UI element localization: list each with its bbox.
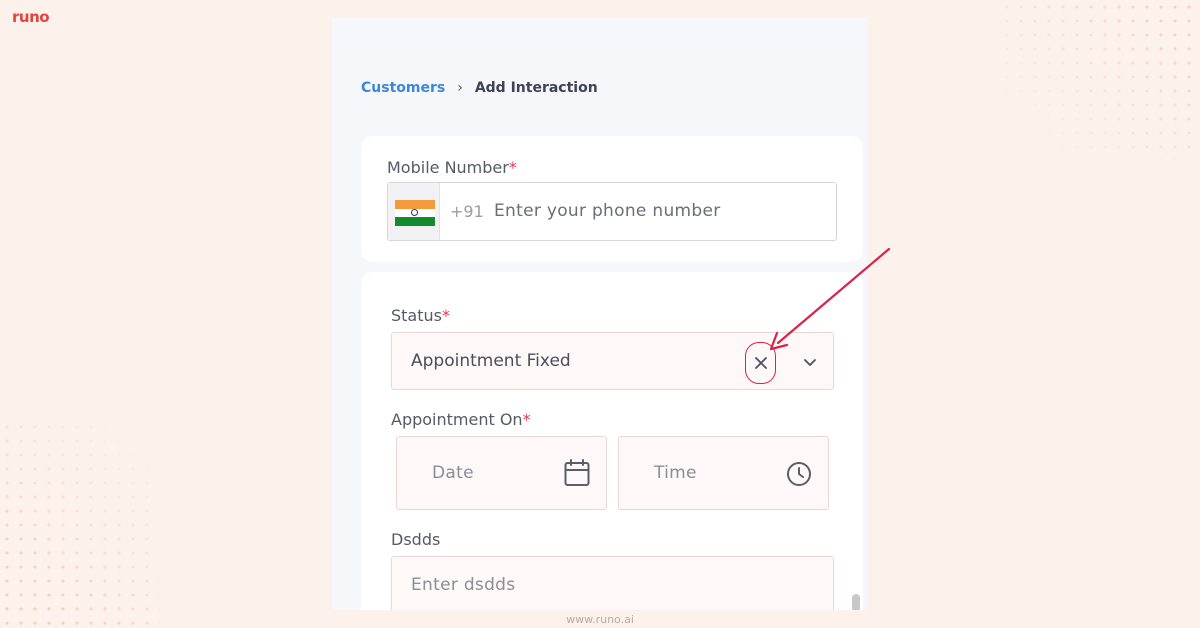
decorative-dots-bottom-left: [0, 420, 160, 628]
appointment-on-label: Appointment On*: [391, 410, 531, 429]
dsdds-placeholder: Enter dsdds: [411, 575, 516, 595]
time-placeholder: Time: [654, 463, 697, 483]
mobile-number-card: Mobile Number* +91 Enter your phone numb…: [361, 136, 863, 262]
decorative-dots-top-right: [1000, 0, 1200, 160]
status-dropdown-toggle[interactable]: [802, 354, 818, 370]
appointment-time-input[interactable]: Time: [618, 436, 829, 510]
dsdds-label: Dsdds: [391, 530, 441, 549]
breadcrumb: Customers › Add Interaction: [361, 80, 598, 96]
scrollbar[interactable]: [852, 594, 860, 610]
mobile-number-label: Mobile Number*: [387, 158, 517, 177]
breadcrumb-separator: ›: [457, 80, 463, 96]
phone-placeholder: Enter your phone number: [494, 201, 721, 221]
chevron-down-icon: [804, 358, 816, 366]
dsdds-input[interactable]: Enter dsdds: [391, 556, 834, 610]
dial-code: +91: [450, 202, 484, 221]
app-screen: Customers › Add Interaction Mobile Numbe…: [332, 18, 867, 610]
breadcrumb-current: Add Interaction: [474, 80, 598, 96]
interaction-details-card: Status* Appointment Fixed Appointment On…: [361, 272, 863, 610]
footer-url: www.runo.ai: [566, 613, 634, 626]
runo-logo: runo: [12, 8, 50, 26]
status-select[interactable]: Appointment Fixed: [391, 332, 834, 390]
appointment-date-input[interactable]: Date: [396, 436, 607, 510]
status-selected-value: Appointment Fixed: [411, 351, 571, 371]
status-clear-button[interactable]: [745, 342, 776, 384]
status-label: Status*: [391, 306, 450, 325]
mobile-number-input[interactable]: +91 Enter your phone number: [387, 182, 837, 241]
close-icon: [754, 357, 767, 369]
clock-icon[interactable]: [786, 461, 812, 487]
calendar-icon[interactable]: [564, 459, 590, 487]
breadcrumb-customers-link[interactable]: Customers: [361, 80, 445, 96]
india-flag-icon: [395, 200, 435, 227]
date-placeholder: Date: [432, 463, 474, 483]
